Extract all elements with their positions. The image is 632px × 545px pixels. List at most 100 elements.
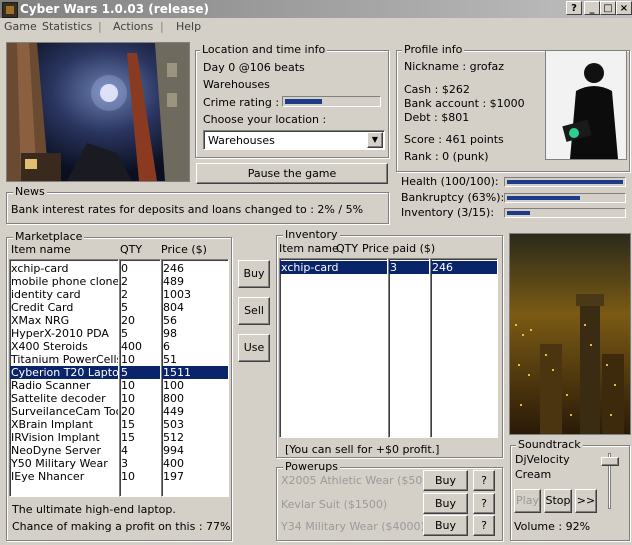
market-row-price[interactable]: 994 bbox=[162, 444, 228, 457]
powerup-info-button[interactable]: ? bbox=[473, 515, 495, 536]
market-row-qty[interactable]: 10 bbox=[120, 392, 160, 405]
soundtrack-group-title: Soundtrack bbox=[516, 438, 583, 451]
market-price-column[interactable]: 246 489 1003 804 56 98 6 51 1511 100 800 449 503 512 9… bbox=[161, 259, 229, 497]
powerup-name: Y34 Military Wear ($4000) bbox=[281, 520, 425, 533]
pause-game-button[interactable]: Pause the game bbox=[196, 163, 388, 184]
market-row-price[interactable]: 100 bbox=[162, 379, 228, 392]
menu-actions[interactable]: Actions bbox=[113, 20, 153, 33]
market-row-name[interactable]: XMax NRG bbox=[10, 314, 118, 327]
debt-text: Debt : $801 bbox=[404, 111, 470, 124]
maximize-button[interactable]: □ bbox=[600, 1, 616, 15]
inventory-row-price[interactable]: 246 bbox=[431, 261, 497, 274]
market-row-qty[interactable]: 5 bbox=[120, 366, 160, 379]
sell-profit-text: [You can sell for +$0 profit.] bbox=[285, 443, 440, 456]
market-row-qty[interactable]: 15 bbox=[120, 418, 160, 431]
market-row-name[interactable]: Cyberion T20 Laptop bbox=[10, 366, 118, 379]
market-row-price[interactable]: 800 bbox=[162, 392, 228, 405]
market-row-price[interactable]: 804 bbox=[162, 301, 228, 314]
minimize-button[interactable]: _ bbox=[584, 1, 600, 15]
powerup-info-button[interactable]: ? bbox=[473, 470, 495, 491]
market-row-qty[interactable]: 2 bbox=[120, 275, 160, 288]
market-row-qty[interactable]: 10 bbox=[120, 470, 160, 483]
market-row-price[interactable]: 56 bbox=[162, 314, 228, 327]
powerups-group-title: Powerups bbox=[283, 460, 340, 473]
market-row-qty[interactable]: 4 bbox=[120, 444, 160, 457]
inventory-capacity-bar bbox=[504, 208, 626, 218]
market-row-price[interactable]: 1003 bbox=[162, 288, 228, 301]
close-button[interactable]: × bbox=[616, 1, 632, 15]
help-titlebar-button[interactable]: ? bbox=[566, 1, 582, 15]
powerup-buy-button[interactable]: Buy bbox=[423, 493, 468, 514]
market-row-name[interactable]: X400 Steroids bbox=[10, 340, 118, 353]
market-row-price[interactable]: 98 bbox=[162, 327, 228, 340]
market-row-qty[interactable]: 3 bbox=[120, 457, 160, 470]
market-row-qty[interactable]: 15 bbox=[120, 431, 160, 444]
powerup-buy-button[interactable]: Buy bbox=[423, 515, 468, 536]
market-row-price[interactable]: 197 bbox=[162, 470, 228, 483]
market-row-qty[interactable]: 5 bbox=[120, 327, 160, 340]
sell-button[interactable]: Sell bbox=[238, 297, 270, 325]
market-row-price[interactable]: 246 bbox=[162, 262, 228, 275]
market-row-name[interactable]: SurveilanceCam Tool bbox=[10, 405, 118, 418]
market-row-qty[interactable]: 400 bbox=[120, 340, 160, 353]
market-qty-column[interactable]: 0 2 2 5 20 5 400 10 5 10 10 20 15 15 4 3 10 bbox=[119, 259, 161, 497]
inventory-row-name[interactable]: xchip-card bbox=[280, 261, 387, 274]
market-row-price[interactable]: 449 bbox=[162, 405, 228, 418]
inventory-capacity-fill bbox=[507, 211, 530, 215]
market-row-name[interactable]: IRVision Implant bbox=[10, 431, 118, 444]
market-row-name[interactable]: Titanium PowerCells bbox=[10, 353, 118, 366]
buy-button[interactable]: Buy bbox=[238, 260, 270, 288]
play-button[interactable]: Play bbox=[514, 489, 541, 513]
powerup-info-button[interactable]: ? bbox=[473, 493, 495, 514]
market-header-name: Item name bbox=[11, 243, 71, 256]
marketplace-group-title: Marketplace bbox=[13, 230, 85, 243]
market-row-name[interactable]: Credit Card bbox=[10, 301, 118, 314]
market-row-price[interactable]: 51 bbox=[162, 353, 228, 366]
chevron-down-icon[interactable]: ▼ bbox=[367, 132, 383, 148]
market-row-qty[interactable]: 2 bbox=[120, 288, 160, 301]
inventory-row-qty[interactable]: 3 bbox=[389, 261, 429, 274]
profit-chance-text: Chance of making a profit on this : 77% bbox=[12, 520, 231, 533]
market-row-qty[interactable]: 5 bbox=[120, 301, 160, 314]
volume-slider-thumb[interactable] bbox=[601, 457, 619, 466]
market-row-name[interactable]: identity card bbox=[10, 288, 118, 301]
menu-statistics[interactable]: Statistics bbox=[42, 20, 92, 33]
location-select[interactable]: Warehouses ▼ bbox=[203, 130, 385, 150]
market-row-qty[interactable]: 0 bbox=[120, 262, 160, 275]
menu-game[interactable]: Game bbox=[4, 20, 37, 33]
city-skyline-image bbox=[509, 233, 631, 435]
market-row-qty[interactable]: 20 bbox=[120, 314, 160, 327]
inventory-qty-column[interactable]: 3 bbox=[388, 258, 430, 438]
market-row-price[interactable]: 6 bbox=[162, 340, 228, 353]
market-row-qty[interactable]: 10 bbox=[120, 353, 160, 366]
market-name-column[interactable]: xchip-card mobile phone clone identity car… bbox=[9, 259, 119, 497]
market-row-name[interactable]: XBrain Implant bbox=[10, 418, 118, 431]
market-row-price[interactable]: 489 bbox=[162, 275, 228, 288]
market-row-price[interactable]: 512 bbox=[162, 431, 228, 444]
use-button[interactable]: Use bbox=[238, 334, 270, 362]
market-row-price[interactable]: 503 bbox=[162, 418, 228, 431]
menu-help[interactable]: Help bbox=[176, 20, 201, 33]
rank-text: Rank : 0 (punk) bbox=[404, 150, 489, 163]
market-row-qty[interactable]: 20 bbox=[120, 405, 160, 418]
location-group-title: Location and time info bbox=[200, 43, 328, 56]
market-row-name[interactable]: Sattelite decoder bbox=[10, 392, 118, 405]
market-row-name[interactable]: NeoDyne Server bbox=[10, 444, 118, 457]
market-row-name[interactable]: xchip-card bbox=[10, 262, 118, 275]
market-row-name[interactable]: Radio Scanner bbox=[10, 379, 118, 392]
market-row-qty[interactable]: 10 bbox=[120, 379, 160, 392]
market-row-price[interactable]: 400 bbox=[162, 457, 228, 470]
next-track-button[interactable]: >> bbox=[575, 489, 597, 513]
market-row-name[interactable]: mobile phone clone bbox=[10, 275, 118, 288]
market-row-price[interactable]: 1511 bbox=[162, 366, 228, 379]
volume-label: Volume : 92% bbox=[514, 520, 591, 533]
stop-button[interactable]: Stop bbox=[544, 489, 572, 513]
inventory-name-column[interactable]: xchip-card bbox=[279, 258, 388, 438]
market-row-name[interactable]: Y50 Military Wear bbox=[10, 457, 118, 470]
volume-slider[interactable] bbox=[601, 453, 619, 509]
title-bar[interactable]: Cyber Wars 1.0.03 (release) ? _ □ × bbox=[0, 0, 632, 18]
market-row-name[interactable]: HyperX-2010 PDA bbox=[10, 327, 118, 340]
market-row-name[interactable]: IEye Nhancer bbox=[10, 470, 118, 483]
inventory-price-column[interactable]: 246 bbox=[430, 258, 498, 438]
powerup-buy-button[interactable]: Buy bbox=[423, 470, 468, 491]
